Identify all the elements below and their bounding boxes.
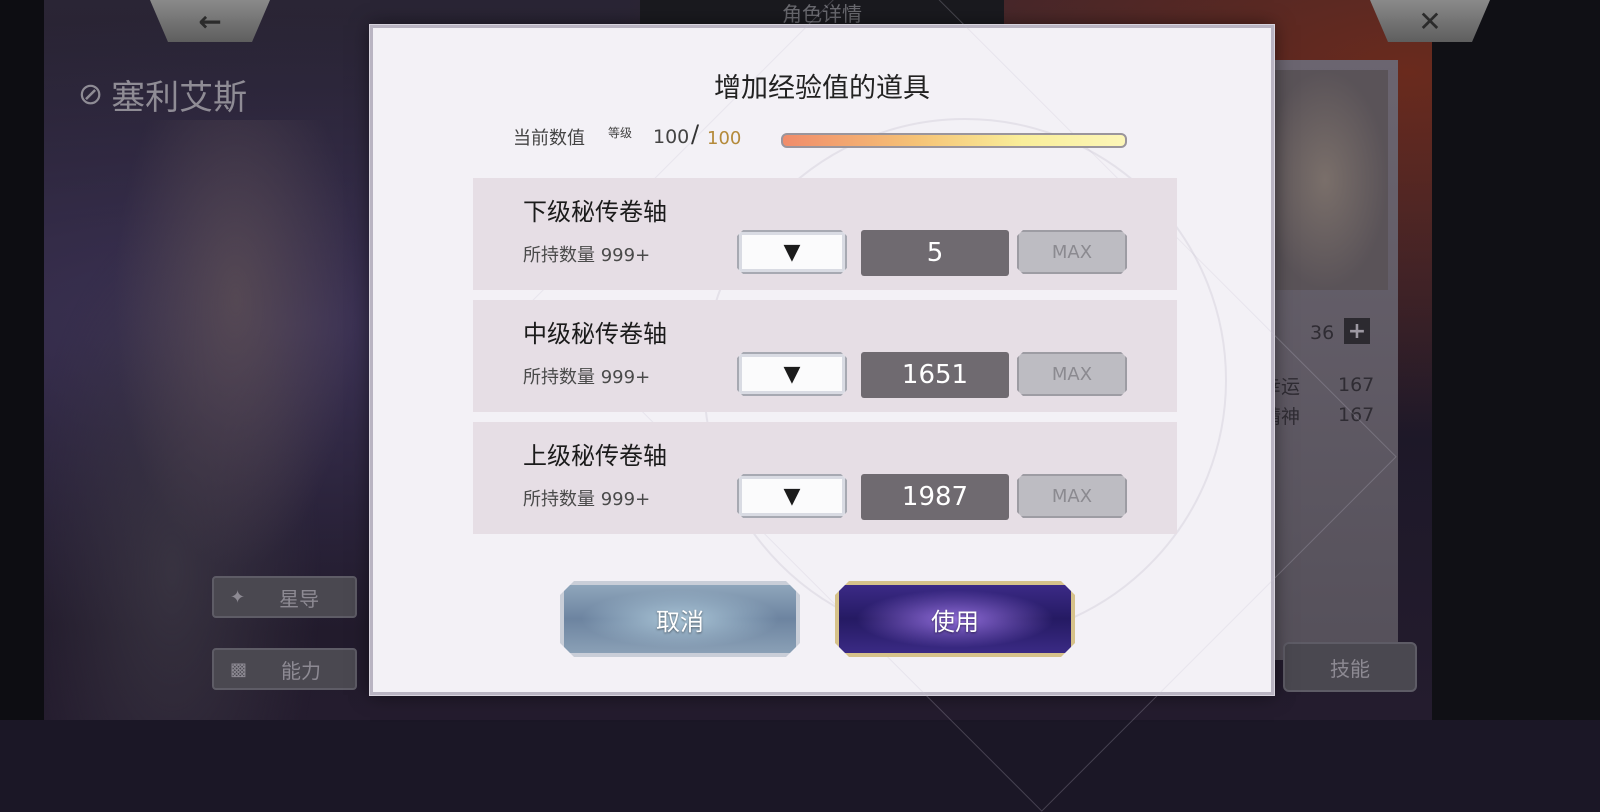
skill-button[interactable]: 技能 — [1283, 642, 1417, 692]
stat-luck-value: 167 — [1338, 374, 1375, 396]
decrease-button[interactable]: ▼ — [737, 352, 847, 396]
dialog-title: 增加经验值的道具 — [714, 73, 930, 104]
character-name-text: 塞利艾斯 — [111, 78, 248, 118]
item-row-mid-scroll: 中级秘传卷轴 所持数量 999+ ▼ 1651 MAX — [473, 300, 1177, 412]
exp-item-dialog: 增加经验值的道具 当前数值 等级 100 / 100 下级秘传卷轴 所持数量 9… — [370, 0, 1397, 812]
right-edge — [1432, 0, 1600, 720]
item-owned-count: 所持数量 999+ — [523, 245, 651, 266]
left-edge — [0, 0, 44, 720]
quantity-field[interactable]: 5 — [861, 230, 1009, 276]
quantity-field[interactable]: 1987 — [861, 474, 1009, 520]
level-max: 100 — [707, 128, 742, 149]
triangle-down-icon: ▼ — [783, 239, 801, 265]
ability-label: 能力 — [281, 658, 322, 683]
decrease-button[interactable]: ▼ — [737, 230, 847, 274]
triangle-down-icon: ▼ — [783, 483, 801, 509]
back-button[interactable]: ← — [150, 0, 270, 42]
exp-progress-bar — [781, 133, 1127, 148]
constellation-icon: ✦ — [230, 586, 246, 608]
level-current: 100 — [653, 126, 690, 148]
character-chibi-portrait — [1262, 70, 1388, 290]
element-emblem-icon: ⊘ — [78, 77, 104, 112]
character-art — [44, 120, 364, 720]
star-guide-label: 星导 — [279, 586, 320, 611]
stat-spirit-value: 167 — [1338, 404, 1375, 426]
character-name: ⊘ 塞利艾斯 — [78, 70, 247, 119]
close-icon: ✕ — [1418, 4, 1442, 38]
plus-icon[interactable]: + — [1344, 318, 1370, 344]
max-button[interactable]: MAX — [1017, 352, 1127, 396]
item-name: 上级秘传卷轴 — [523, 442, 667, 470]
ability-grid-icon: ▩ — [230, 658, 248, 680]
back-arrow-icon: ← — [198, 4, 222, 38]
max-button[interactable]: MAX — [1017, 230, 1127, 274]
item-row-high-scroll: 上级秘传卷轴 所持数量 999+ ▼ 1987 MAX — [473, 422, 1177, 534]
star-guide-button[interactable]: ✦ 星导 — [212, 576, 357, 618]
decrease-button[interactable]: ▼ — [737, 474, 847, 518]
level-separator: / — [691, 120, 700, 148]
quantity-field[interactable]: 1651 — [861, 352, 1009, 398]
stat-top-value: 36 — [1310, 322, 1335, 344]
cancel-button[interactable]: 取消 — [560, 581, 800, 657]
level-label: 等级 — [608, 126, 633, 140]
item-name: 下级秘传卷轴 — [523, 198, 667, 226]
header-tab: 角色详情 — [640, 0, 1004, 28]
item-owned-count: 所持数量 999+ — [523, 489, 651, 510]
close-button[interactable]: ✕ — [1370, 0, 1490, 42]
item-name: 中级秘传卷轴 — [523, 320, 667, 348]
use-button[interactable]: 使用 — [835, 581, 1075, 657]
item-owned-count: 所持数量 999+ — [523, 367, 651, 388]
current-value-label: 当前数值 — [513, 128, 585, 149]
triangle-down-icon: ▼ — [783, 361, 801, 387]
item-row-low-scroll: 下级秘传卷轴 所持数量 999+ ▼ 5 MAX — [473, 178, 1177, 290]
max-button[interactable]: MAX — [1017, 474, 1127, 518]
ability-button[interactable]: ▩ 能力 — [212, 648, 357, 690]
